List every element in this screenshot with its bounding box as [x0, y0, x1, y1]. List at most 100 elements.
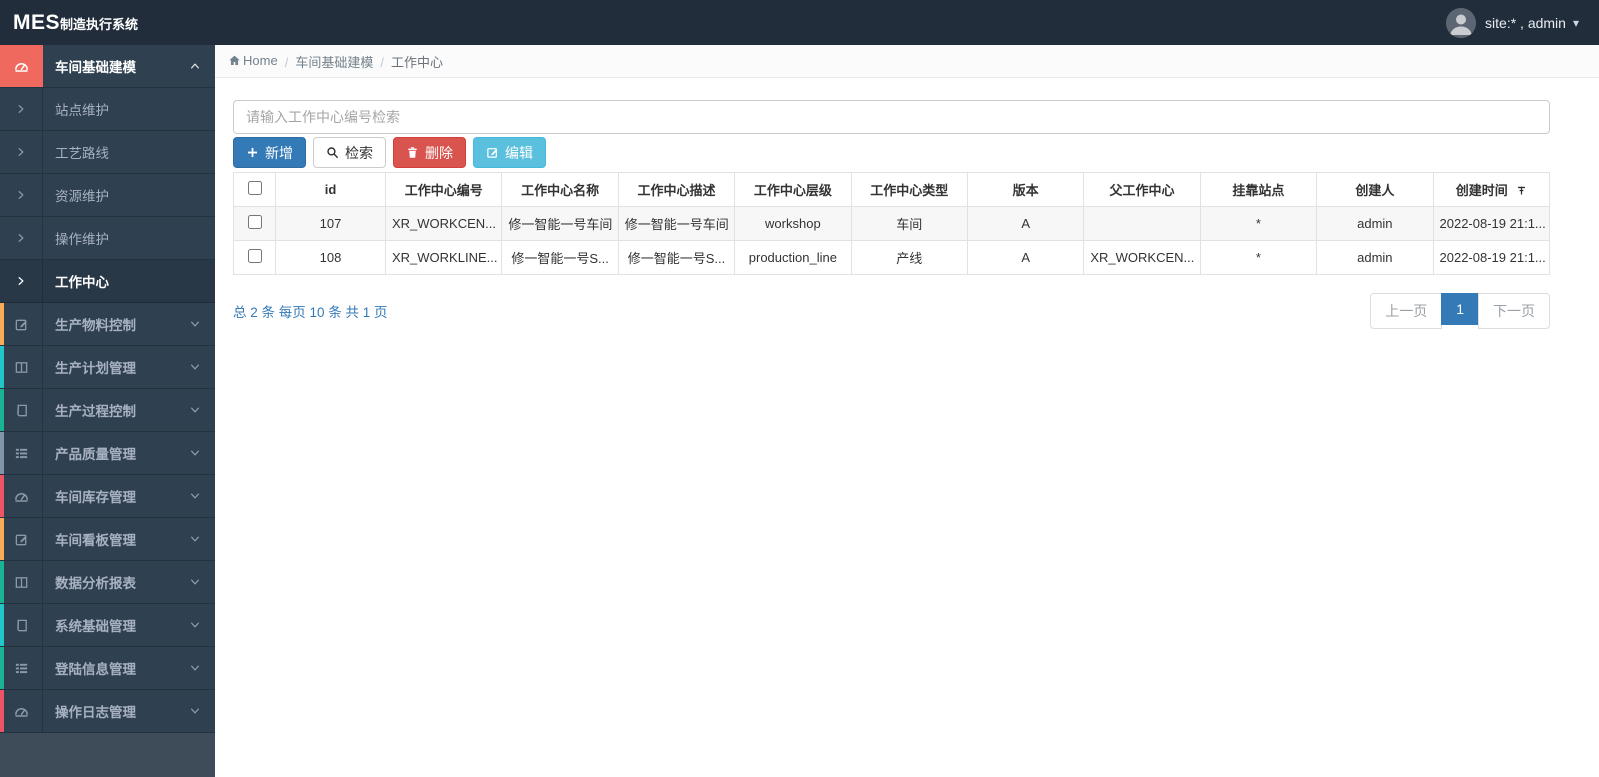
- select-all-checkbox[interactable]: [247, 181, 262, 195]
- column-header-10[interactable]: 创建时间: [1432, 172, 1551, 207]
- row-checkbox[interactable]: [247, 215, 262, 229]
- column-header-0[interactable]: id: [275, 172, 386, 207]
- sidebar-item-label: 登陆信息管理: [55, 662, 136, 677]
- edit-button-label: 编辑: [505, 144, 533, 161]
- delete-button[interactable]: 删除: [393, 137, 466, 168]
- sidebar-item-12[interactable]: 数据分析报表: [0, 561, 215, 604]
- chevron-right-icon: [15, 103, 27, 115]
- breadcrumb-item-0[interactable]: Home: [228, 53, 278, 68]
- breadcrumb-separator: /: [284, 54, 289, 70]
- pagination-current-item: 1: [1441, 293, 1479, 329]
- sidebar-item-label: 车间基础建模: [55, 60, 136, 75]
- chevron-cell: [189, 533, 201, 545]
- book-icon: [14, 618, 29, 633]
- search-button[interactable]: 检索: [313, 137, 386, 168]
- column-header-5[interactable]: 工作中心类型: [850, 172, 968, 207]
- table-row-1[interactable]: 108 XR_WORKLINE... 修一智能一号S... 修一智能一号S... pro…: [233, 240, 1551, 275]
- row-select-cell: [233, 206, 276, 241]
- accent-strip: [0, 303, 4, 345]
- sidebar-item-label: 产品质量管理: [55, 447, 136, 462]
- sidebar-item-1[interactable]: 站点维护: [0, 88, 215, 131]
- plus-icon: [246, 146, 259, 159]
- sidebar-filler: [0, 733, 215, 777]
- chevron-cell: [189, 619, 201, 631]
- main-content: 新增 检索 删除 编辑 id 工作中心编号 工作中心名称 工作中心描述 工作中心层级 工作中心类…: [215, 78, 1599, 777]
- pagination-next[interactable]: 下一页: [1478, 293, 1550, 329]
- logo-text-primary: MES: [13, 10, 61, 34]
- sidebar-item-2[interactable]: 工艺路线: [0, 131, 215, 174]
- pagination-prev[interactable]: 上一页: [1370, 293, 1443, 329]
- pin-column-control[interactable]: [1516, 184, 1527, 199]
- sidebar-item-5[interactable]: 工作中心: [0, 260, 215, 303]
- row-checkbox[interactable]: [247, 249, 262, 263]
- column-header-2[interactable]: 工作中心名称: [501, 172, 619, 207]
- chevron-cell: [189, 361, 201, 373]
- column-header-1[interactable]: 工作中心编号: [384, 172, 503, 207]
- icon-cell: [0, 45, 43, 87]
- user-label: site:* , admin: [1485, 14, 1566, 31]
- cell-0-8: *: [1199, 206, 1318, 241]
- add-button[interactable]: 新增: [233, 137, 306, 168]
- sidebar-item-4[interactable]: 操作维护: [0, 217, 215, 260]
- sidebar-item-3[interactable]: 资源维护: [0, 174, 215, 217]
- user-menu[interactable]: site:* , admin ▾: [1446, 7, 1579, 38]
- chevron-down-icon: [189, 705, 201, 717]
- sidebar-item-13[interactable]: 系统基础管理: [0, 604, 215, 647]
- cell-0-7: [1083, 206, 1201, 241]
- sidebar-item-9[interactable]: 产品质量管理: [0, 432, 215, 475]
- dashboard-icon: [14, 489, 29, 504]
- column-header-label: 工作中心名称: [521, 183, 600, 198]
- sidebar-item-11[interactable]: 车间看板管理: [0, 518, 215, 561]
- icon-cell: [0, 131, 43, 173]
- sidebar-menu: 车间基础建模站点维护工艺路线资源维护 操作维护 工作中心 生产物料控制 生产计划管理 生产…: [0, 45, 215, 733]
- chevron-down-icon: [189, 404, 201, 416]
- column-header-3[interactable]: 工作中心描述: [617, 172, 736, 207]
- column-header-6[interactable]: 版本: [966, 172, 1085, 207]
- cell-1-5: 产线: [850, 240, 968, 275]
- column-header-label: 工作中心编号: [404, 183, 483, 198]
- columns-icon: [14, 360, 29, 375]
- sidebar-item-6[interactable]: 生产物料控制: [0, 303, 215, 346]
- sidebar-item-15[interactable]: 操作日志管理: [0, 690, 215, 733]
- column-header-8[interactable]: 挂靠站点: [1199, 172, 1318, 207]
- row-select-cell: [233, 240, 276, 275]
- dashboard-icon: [14, 704, 29, 719]
- icon-cell: [0, 389, 43, 431]
- edit-button[interactable]: 编辑: [473, 137, 546, 168]
- sidebar-item-10[interactable]: 车间库存管理: [0, 475, 215, 518]
- list-icon: [14, 446, 29, 461]
- breadcrumb-item-1[interactable]: 车间基础建模: [295, 52, 373, 71]
- cell-0-9: admin: [1316, 206, 1434, 241]
- accent-strip: [0, 432, 4, 474]
- table-row-0[interactable]: 107 XR_WORKCEN... 修一智能一号车间 修一智能一号车间 workshop…: [233, 206, 1551, 241]
- column-header-4[interactable]: 工作中心层级: [734, 172, 852, 207]
- column-header-9[interactable]: 创建人: [1316, 172, 1434, 207]
- sidebar-item-8[interactable]: 生产过程控制: [0, 389, 215, 432]
- column-header-7[interactable]: 父工作中心: [1083, 172, 1201, 207]
- pin-icon: [1516, 185, 1527, 196]
- pagination-page-1[interactable]: 1: [1441, 293, 1479, 325]
- chevron-cell: [189, 60, 201, 72]
- accent-strip: [0, 647, 4, 689]
- cell-0-5: 车间: [850, 206, 968, 241]
- icon-cell: [0, 647, 43, 689]
- cell-0-1: XR_WORKCEN...: [384, 206, 503, 241]
- cell-1-0: 108: [275, 240, 386, 275]
- search-input[interactable]: [233, 100, 1550, 134]
- cell-1-9: admin: [1316, 240, 1434, 275]
- chevron-right-icon: [15, 189, 27, 201]
- pagination-summary[interactable]: 总 2 条 每页 10 条 共 1 页: [233, 301, 388, 321]
- cell-0-4: workshop: [734, 206, 852, 241]
- sidebar-item-7[interactable]: 生产计划管理: [0, 346, 215, 389]
- cell-0-2: 修一智能一号车间: [501, 206, 619, 241]
- pagination-prev-item: 上一页: [1370, 293, 1443, 329]
- chevron-cell: [189, 705, 201, 717]
- sidebar-item-0[interactable]: 车间基础建模: [0, 45, 215, 88]
- app-logo[interactable]: MES 制造执行系统: [13, 11, 138, 35]
- chevron-down-icon: [189, 361, 201, 373]
- icon-cell: [0, 303, 43, 345]
- icon-cell: [0, 432, 43, 474]
- sidebar-item-label: 工艺路线: [55, 146, 109, 161]
- home-icon: [228, 54, 241, 67]
- sidebar-item-14[interactable]: 登陆信息管理: [0, 647, 215, 690]
